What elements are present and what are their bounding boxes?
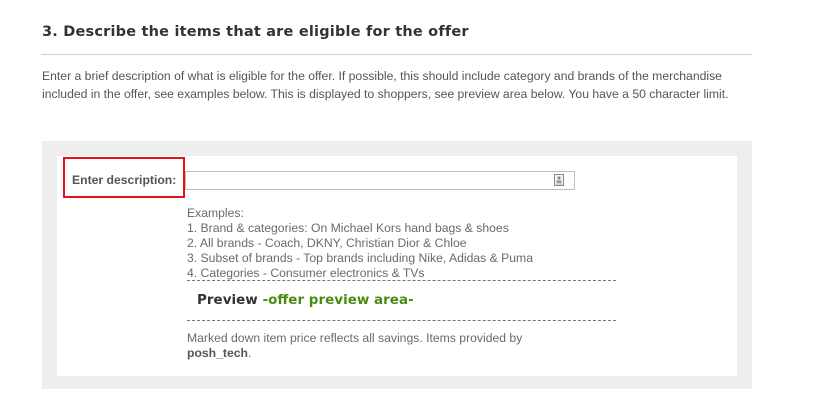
preview-top-divider xyxy=(187,280,616,281)
footer-note-text: Marked down item price reflects all savi… xyxy=(187,331,523,345)
footer-note: Marked down item price reflects all savi… xyxy=(187,331,587,361)
example-item: 3. Subset of brands - Top brands includi… xyxy=(187,251,533,265)
preview-bottom-divider xyxy=(187,320,616,321)
example-item: 4. Categories - Consumer electronics & T… xyxy=(187,266,425,280)
section-title: 3. Describe the items that are eligible … xyxy=(42,24,469,40)
footer-note-suffix: . xyxy=(247,346,252,360)
description-input[interactable] xyxy=(185,171,575,190)
example-item: 2. All brands - Coach, DKNY, Christian D… xyxy=(187,236,467,250)
example-item: 1. Brand & categories: On Michael Kors h… xyxy=(187,221,509,235)
title-divider xyxy=(41,54,752,55)
contact-card-icon[interactable] xyxy=(554,174,564,186)
instructions-text: Enter a brief description of what is eli… xyxy=(42,69,729,101)
examples-heading: Examples: xyxy=(187,206,244,220)
preview-area-text: offer preview area- xyxy=(268,292,414,308)
examples-block: Examples: 1. Brand & categories: On Mich… xyxy=(187,206,533,281)
preview-label: Preview xyxy=(197,292,258,308)
preview-separator: - xyxy=(257,292,269,308)
provider-name: posh_tech xyxy=(187,346,248,360)
description-label: Enter description: xyxy=(72,173,177,187)
offer-preview: Preview -offer preview area- xyxy=(197,292,414,308)
